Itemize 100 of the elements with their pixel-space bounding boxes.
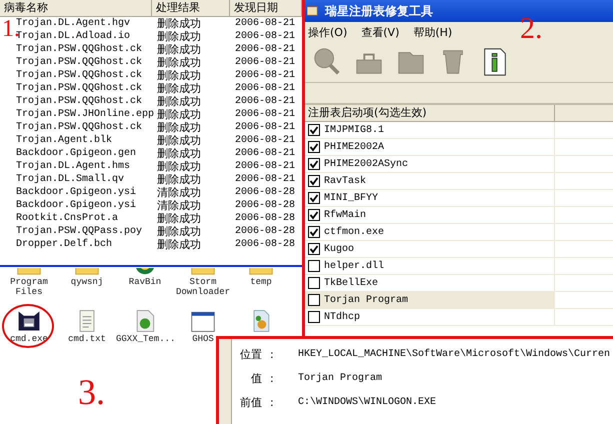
menu-item[interactable]: 帮助(H) xyxy=(413,24,452,40)
table-cell-text: 2006-08-21 xyxy=(234,160,296,173)
table-cell-text: 删除成功 xyxy=(156,69,202,82)
list-row[interactable]: PHIME2002A xyxy=(305,139,555,155)
table-cell-text: 清除成功 xyxy=(156,199,202,212)
startup-item-name: NTdhcp xyxy=(324,312,360,322)
table-cell-text: 删除成功 xyxy=(156,238,202,251)
field-label: 值 xyxy=(250,371,262,387)
checkbox[interactable] xyxy=(308,294,320,306)
startup-item-name: Kugoo xyxy=(324,244,354,254)
icon-label: temp xyxy=(249,277,273,287)
list-row[interactable]: PHIME2002ASync xyxy=(305,156,555,172)
field-label: 位置 xyxy=(239,347,262,363)
column-header[interactable]: 处理结果 xyxy=(152,0,230,16)
table-cell-text: Trojan.PSW.QQGhost.ck xyxy=(15,95,144,108)
table-cell-text: 2006-08-21 xyxy=(234,121,296,134)
table-cell-text: 2006-08-21 xyxy=(234,82,296,95)
list-row[interactable]: MINI_BFYY xyxy=(305,190,555,206)
table-cell-text: 删除成功 xyxy=(156,82,202,95)
startup-item-name: RfwMain xyxy=(324,210,366,220)
table-cell-text: 删除成功 xyxy=(156,108,202,121)
table-cell-text: 删除成功 xyxy=(156,56,202,69)
table-cell-text: 删除成功 xyxy=(156,121,202,134)
annotation-number: 3. xyxy=(78,372,105,412)
table-cell-text: 2006-08-28 xyxy=(234,238,296,251)
list-row[interactable]: ctfmon.exe xyxy=(305,224,555,240)
table-cell-text: 删除成功 xyxy=(156,147,202,160)
checkbox[interactable] xyxy=(308,311,320,323)
startup-item-name: PHIME2002A xyxy=(324,142,384,152)
startup-item-name: helper.dll xyxy=(324,260,384,272)
table-cell-text: 删除成功 xyxy=(156,160,202,173)
table-cell-text: Trojan.PSW.QQPass.poy xyxy=(15,225,144,238)
table-cell-text: Trojan.PSW.QQGhost.ck xyxy=(15,56,144,69)
field-value: Torjan Program xyxy=(298,372,384,386)
menu-item[interactable]: 操作(O) xyxy=(308,24,348,40)
icon-label: RavBin xyxy=(128,277,162,287)
icon-label: GGXX_Tem... xyxy=(116,334,174,344)
field-value: HKEY_LOCAL_MACHINE\SoftWare\Microsoft\Windows\Curren xyxy=(298,348,610,362)
table-cell-text: 删除成功 xyxy=(156,134,202,147)
startup-item-name: MINI_BFYY xyxy=(324,192,378,204)
checkbox[interactable] xyxy=(308,226,320,238)
separator-label: : xyxy=(269,347,275,363)
checkbox[interactable] xyxy=(308,158,320,170)
list-row[interactable]: Kugoo xyxy=(305,241,555,257)
checkbox[interactable] xyxy=(308,243,320,255)
table-cell-text: 2006-08-21 xyxy=(234,173,296,186)
icon-label: qywsnj xyxy=(70,277,104,287)
startup-item-name: TkBellExe xyxy=(324,278,378,288)
table-cell-text: 2006-08-28 xyxy=(234,212,296,225)
list-row[interactable]: helper.dll xyxy=(305,258,555,274)
table-cell-text: Trojan.Agent.blk xyxy=(15,134,114,147)
checkbox[interactable] xyxy=(308,175,320,187)
table-cell-text: 2006-08-21 xyxy=(234,56,296,69)
checkbox[interactable] xyxy=(308,277,320,289)
checkbox[interactable] xyxy=(308,141,320,153)
table-cell-text: Trojan.DL.Agent.hms xyxy=(15,160,132,173)
table-cell-text: 删除成功 xyxy=(156,43,202,56)
table-cell-text: 2006-08-21 xyxy=(234,147,296,160)
startup-item-name: ctfmon.exe xyxy=(324,226,384,238)
checkbox[interactable] xyxy=(308,192,320,204)
table-cell-text: Backdoor.Gpigeon.ysi xyxy=(15,199,138,212)
icon-label: Storm Downloader xyxy=(174,277,231,297)
table-cell-text: 2006-08-21 xyxy=(234,17,296,30)
table-cell-text: Rootkit.CnsProt.a xyxy=(15,212,120,225)
icon-label: cmd.exe xyxy=(9,334,49,344)
table-cell-text: 2006-08-21 xyxy=(234,95,296,108)
table-cell-text: 删除成功 xyxy=(156,173,202,186)
table-cell-text: Trojan.PSW.QQGhost.ck xyxy=(15,43,144,56)
list-row[interactable]: RfwMain xyxy=(305,207,555,223)
window-title: 瑞星注册表修复工具 xyxy=(325,2,433,20)
list-row[interactable]: Torjan Program xyxy=(305,292,555,308)
table-cell-text: 删除成功 xyxy=(156,95,202,108)
list-row[interactable]: TkBellExe xyxy=(305,275,555,291)
checkbox[interactable] xyxy=(308,260,320,272)
table-cell-text: 2006-08-21 xyxy=(234,134,296,147)
field-value: C:\WINDOWS\WINLOGON.EXE xyxy=(298,396,438,410)
table-cell-text: 删除成功 xyxy=(156,212,202,225)
table-cell-text: 2006-08-28 xyxy=(234,225,296,238)
field-label: 前值 xyxy=(239,395,262,411)
column-header[interactable]: 病毒名称 xyxy=(0,0,152,16)
list-row[interactable]: RavTask xyxy=(305,173,555,189)
table-cell-text: 删除成功 xyxy=(156,30,202,43)
table-cell-text: 2006-08-21 xyxy=(234,30,296,43)
list-row[interactable]: IMJPMIG8.1 xyxy=(305,122,555,138)
menu-item[interactable]: 查看(V) xyxy=(361,24,400,40)
annotation-number: 2. xyxy=(520,12,542,46)
table-cell-text: Backdoor.Gpigeon.ysi xyxy=(15,186,138,199)
icon-label: GHOS xyxy=(191,334,215,344)
table-cell-text: Backdoor.Gpigeon.gen xyxy=(15,147,138,160)
table-cell-text: Trojan.PSW.QQGhost.ck xyxy=(15,82,144,95)
table-cell-text: Trojan.PSW.JHOnline.epp xyxy=(15,108,152,121)
startup-item-name: RavTask xyxy=(324,176,366,186)
startup-item-name: IMJPMIG8.1 xyxy=(324,124,384,136)
table-cell-text: Trojan.PSW.QQGhost.ck xyxy=(15,69,144,82)
table-cell-text: 清除成功 xyxy=(156,186,202,199)
list-row[interactable]: NTdhcp xyxy=(305,309,555,325)
checkbox[interactable] xyxy=(308,124,320,136)
table-cell-text: 2006-08-28 xyxy=(234,186,296,199)
table-cell-text: 删除成功 xyxy=(156,17,202,30)
checkbox[interactable] xyxy=(308,209,320,221)
